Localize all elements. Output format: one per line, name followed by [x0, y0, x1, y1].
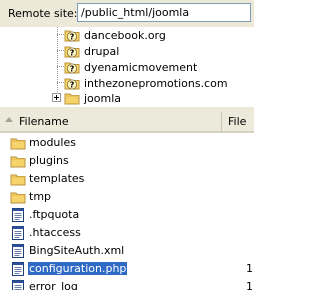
file-row-tmp[interactable]: tmp — [0, 188, 254, 206]
unknown-folder-icon — [64, 27, 80, 43]
tree-item-label: inthezonepromotions.com — [84, 76, 228, 90]
file-row-modules[interactable]: modules — [0, 134, 254, 152]
remote-site-bar: Remote site: /public_html/joomla — [0, 0, 254, 27]
remote-file-list[interactable]: modules plugins templates tmp .ftpquota … — [0, 133, 254, 290]
file-icon — [10, 225, 26, 241]
tree-item-label: drupal — [84, 44, 120, 58]
unknown-folder-icon — [64, 75, 80, 91]
tree-item-dancebook[interactable]: dancebook.org — [64, 27, 166, 43]
folder-icon — [10, 135, 26, 151]
folder-icon — [10, 171, 26, 187]
tree-guide-line — [57, 34, 64, 35]
remote-path-input[interactable]: /public_html/joomla — [77, 3, 251, 22]
unknown-folder-icon — [64, 59, 80, 75]
file-list-header: Filename File — [0, 112, 254, 133]
tree-item-label: dyenamicmovement — [84, 60, 198, 74]
file-name: .htaccess — [29, 226, 81, 239]
tree-item-joomla[interactable]: joomla — [64, 90, 121, 106]
file-row-htaccess[interactable]: .htaccess — [0, 224, 254, 242]
tree-item-drupal[interactable]: drupal — [64, 43, 119, 59]
tree-guide-line — [57, 82, 64, 83]
unknown-folder-icon — [64, 43, 80, 59]
file-name: templates — [29, 172, 85, 185]
column-header-filesize[interactable]: File — [224, 112, 254, 131]
tree-expand-button[interactable] — [52, 93, 61, 102]
file-row-configuration[interactable]: configuration.php 1 — [0, 260, 254, 278]
file-icon — [10, 207, 26, 223]
tree-guide-line — [57, 27, 58, 98]
column-header-label: Filename — [19, 115, 69, 128]
file-row-error-log[interactable]: error_log 1 — [0, 278, 254, 290]
file-size: 1 — [246, 262, 253, 275]
column-header-label: File — [228, 115, 247, 128]
folder-icon — [10, 189, 26, 205]
file-name: error_log — [29, 280, 78, 290]
file-icon — [10, 243, 26, 259]
file-name: BingSiteAuth.xml — [29, 244, 125, 257]
file-size: 1 — [246, 280, 253, 290]
sort-ascending-icon — [5, 117, 13, 122]
file-row-plugins[interactable]: plugins — [0, 152, 254, 170]
tree-item-inthezonepromotions[interactable]: inthezonepromotions.com — [64, 75, 228, 91]
folder-icon — [64, 90, 80, 106]
file-name: plugins — [29, 154, 69, 167]
file-row-templates[interactable]: templates — [0, 170, 254, 188]
remote-site-label: Remote site: — [8, 7, 78, 20]
file-name: tmp — [29, 190, 52, 203]
tree-item-label: dancebook.org — [84, 28, 166, 42]
tree-guide-line — [57, 66, 64, 67]
file-name: configuration.php — [28, 262, 128, 275]
file-name: modules — [29, 136, 76, 149]
remote-directory-tree[interactable]: dancebook.org drupal dyenamicmovement in… — [0, 27, 254, 108]
tree-guide-line — [57, 50, 64, 51]
file-icon — [10, 261, 26, 277]
folder-icon — [10, 153, 26, 169]
column-header-filename[interactable]: Filename — [0, 112, 222, 131]
tree-item-dyenamicmovement[interactable]: dyenamicmovement — [64, 59, 197, 75]
file-icon — [10, 279, 26, 290]
file-row-bingsiteauth[interactable]: BingSiteAuth.xml — [0, 242, 254, 260]
tree-item-label: joomla — [84, 91, 122, 105]
file-row-ftpquota[interactable]: .ftpquota — [0, 206, 254, 224]
file-name: .ftpquota — [29, 208, 80, 221]
